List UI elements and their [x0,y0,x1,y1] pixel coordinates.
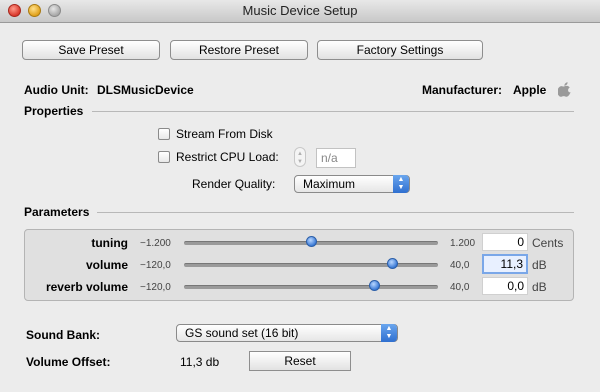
param-reverb-volume-value[interactable]: 0,0 [482,277,528,295]
param-reverb-volume-unit: dB [532,280,547,294]
param-volume-min: −120,0 [140,260,171,271]
param-volume-unit: dB [532,258,547,272]
param-reverb-volume-slider[interactable] [184,285,438,289]
param-tuning-unit: Cents [532,236,564,250]
audio-unit-name: DLSMusicDevice [97,83,194,97]
render-quality-label: Render Quality: [192,177,276,191]
popup-arrows-icon: ▲ ▼ [393,175,409,193]
sound-bank-value: GS sound set (16 bit) [185,326,299,340]
restrict-cpu-checkbox[interactable] [158,151,170,163]
apple-logo-icon [558,82,571,97]
reset-button[interactable]: Reset [249,351,351,371]
sound-bank-label: Sound Bank: [26,328,100,342]
volume-offset-label: Volume Offset: [26,355,111,369]
sound-bank-popup[interactable]: GS sound set (16 bit) ▲ ▼ [176,324,398,342]
window-title: Music Device Setup [242,3,358,18]
param-volume-name: volume [85,258,128,272]
factory-settings-button[interactable]: Factory Settings [317,40,483,60]
popup-arrows-icon: ▲ ▼ [381,324,397,342]
stepper-down-icon: ▼ [297,159,303,165]
render-quality-value: Maximum [303,177,356,191]
save-preset-button[interactable]: Save Preset [22,40,160,60]
param-reverb-volume-name: reverb volume [45,280,128,294]
param-tuning-name: tuning [91,236,128,250]
manufacturer-label: Manufacturer: [422,83,503,97]
audio-unit-label: Audio Unit: [24,83,89,97]
stream-from-disk-label: Stream From Disk [176,127,273,141]
param-reverb-volume-slider-thumb[interactable] [369,280,380,291]
cpu-load-field[interactable]: n/a [316,148,356,168]
param-reverb-volume-max: 40,0 [450,282,470,293]
cpu-load-stepper[interactable]: ▲ ▼ [294,147,306,167]
parameters-heading: Parameters [24,205,90,219]
param-tuning-max: 1.200 [450,238,476,249]
param-volume-slider-thumb[interactable] [386,258,398,269]
render-quality-popup[interactable]: Maximum ▲ ▼ [294,175,410,193]
param-volume-max: 40,0 [450,260,470,271]
properties-divider [92,111,574,112]
stepper-up-icon: ▲ [297,151,303,157]
param-tuning-value[interactable]: 0 [482,233,528,251]
properties-heading: Properties [24,104,84,118]
parameters-divider [97,212,574,213]
param-tuning-slider-thumb[interactable] [305,236,317,247]
volume-offset-value: 11,3 db [180,355,220,369]
param-reverb-volume-min: −120,0 [140,282,171,293]
title-bar[interactable]: Music Device Setup [0,0,600,23]
manufacturer-name: Apple [513,83,547,97]
param-tuning-min: −1.200 [140,238,171,249]
param-volume-slider[interactable] [184,263,438,267]
restore-preset-button[interactable]: Restore Preset [170,40,308,60]
stream-from-disk-checkbox[interactable] [158,128,170,140]
param-volume-value[interactable]: 11,3 [482,254,528,274]
restrict-cpu-label: Restrict CPU Load: [176,150,279,164]
